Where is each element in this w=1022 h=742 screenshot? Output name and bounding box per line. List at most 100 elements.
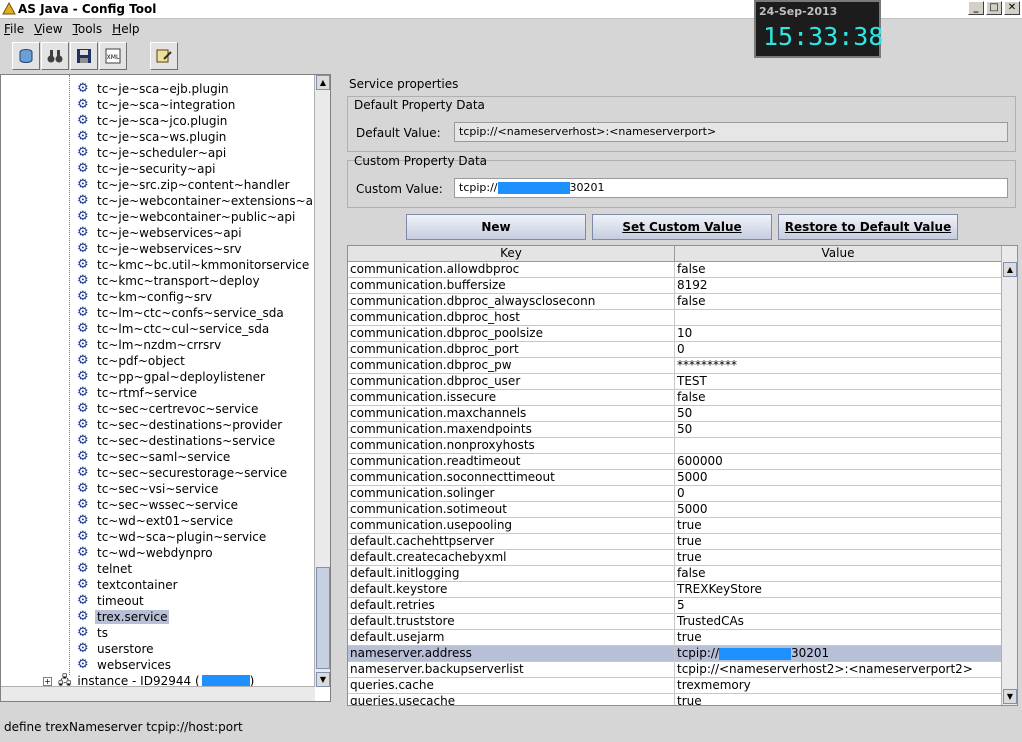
- table-scroll-down-button[interactable]: ▼: [1003, 689, 1017, 704]
- tree-instance-node[interactable]: + 🖧 instance - ID92944 (): [43, 673, 254, 687]
- tree-item[interactable]: ⚙ ts: [77, 625, 110, 641]
- tree-item[interactable]: ⚙ tc~wd~webdynpro: [77, 545, 215, 561]
- table-row[interactable]: communication.issecure false: [348, 390, 1002, 406]
- tree-item[interactable]: ⚙ tc~sec~wssec~service: [77, 497, 240, 513]
- table-row[interactable]: default.retries 5: [348, 598, 1002, 614]
- table-row[interactable]: communication.buffersize 8192: [348, 278, 1002, 294]
- property-key-cell: default.createcachebyxml: [348, 550, 675, 565]
- menu-help[interactable]: Help: [108, 20, 145, 40]
- table-row[interactable]: communication.dbproc_pw **********: [348, 358, 1002, 374]
- tree-item[interactable]: ⚙ trex.service: [77, 609, 170, 625]
- find-button[interactable]: [41, 42, 69, 70]
- table-row[interactable]: communication.dbproc_port 0: [348, 342, 1002, 358]
- tree-item[interactable]: ⚙ tc~sec~certrevoc~service: [77, 401, 260, 417]
- tree-item[interactable]: ⚙ tc~je~security~api: [77, 161, 217, 177]
- tree-item[interactable]: ⚙ tc~pdf~object: [77, 353, 187, 369]
- tree-item[interactable]: ⚙ tc~lm~ctc~cul~service_sda: [77, 321, 271, 337]
- table-row[interactable]: communication.dbproc_host: [348, 310, 1002, 326]
- table-row[interactable]: communication.nonproxyhosts: [348, 438, 1002, 454]
- table-row[interactable]: communication.soconnecttimeout 5000: [348, 470, 1002, 486]
- key-column-header[interactable]: Key: [348, 246, 675, 261]
- table-row[interactable]: default.createcachebyxml true: [348, 550, 1002, 566]
- table-row[interactable]: communication.dbproc_user TEST: [348, 374, 1002, 390]
- table-row[interactable]: default.cachehttpserver true: [348, 534, 1002, 550]
- table-row[interactable]: communication.dbproc_alwayscloseconn fals…: [348, 294, 1002, 310]
- table-row[interactable]: communication.sotimeout 5000: [348, 502, 1002, 518]
- tree-item[interactable]: ⚙ tc~je~sca~integration: [77, 97, 237, 113]
- table-row[interactable]: nameserver.address tcpip://30201: [348, 646, 1002, 662]
- close-button[interactable]: ✕: [1004, 1, 1020, 15]
- tree-item[interactable]: ⚙ timeout: [77, 593, 146, 609]
- tree-item[interactable]: ⚙ tc~je~scheduler~api: [77, 145, 228, 161]
- table-row[interactable]: default.usejarm true: [348, 630, 1002, 646]
- tree-item[interactable]: ⚙ telnet: [77, 561, 134, 577]
- table-row[interactable]: communication.solinger 0: [348, 486, 1002, 502]
- save-button[interactable]: [70, 42, 98, 70]
- set-custom-value-button[interactable]: Set Custom Value: [592, 214, 772, 240]
- table-row[interactable]: default.initlogging false: [348, 566, 1002, 582]
- tree-item[interactable]: ⚙ tc~je~webcontainer~public~api: [77, 209, 297, 225]
- tree-item[interactable]: ⚙ textcontainer: [77, 577, 180, 593]
- tree-vertical-scrollbar[interactable]: ▲ ▼: [314, 75, 330, 687]
- table-vertical-scrollbar[interactable]: ▲ ▼: [1001, 246, 1017, 705]
- tree-item[interactable]: ⚙ tc~wd~sca~plugin~service: [77, 529, 268, 545]
- tree-item[interactable]: ⚙ tc~je~webservices~srv: [77, 241, 244, 257]
- menu-file[interactable]: File: [0, 20, 30, 40]
- custom-value-input[interactable]: tcpip://30201: [454, 178, 1008, 198]
- tree-item[interactable]: ⚙ tc~sec~securestorage~service: [77, 465, 289, 481]
- table-row[interactable]: communication.maxchannels 50: [348, 406, 1002, 422]
- tree-item[interactable]: ⚙ tc~sec~destinations~service: [77, 433, 277, 449]
- tree-item[interactable]: ⚙ tc~wd~ext01~service: [77, 513, 235, 529]
- tree-item[interactable]: ⚙ tc~lm~ctc~confs~service_sda: [77, 305, 286, 321]
- tree-item[interactable]: ⚙ tc~je~webcontainer~extensions~api: [77, 193, 315, 209]
- tree-scroll-thumb[interactable]: [316, 567, 330, 669]
- table-row[interactable]: communication.maxendpoints 50: [348, 422, 1002, 438]
- maximize-button[interactable]: □: [986, 1, 1002, 15]
- menu-view[interactable]: View: [30, 20, 68, 40]
- minimize-button[interactable]: _: [968, 1, 984, 15]
- xml-export-button[interactable]: XML: [99, 42, 127, 70]
- tree-item[interactable]: ⚙ tc~km~config~srv: [77, 289, 214, 305]
- table-row[interactable]: default.keystore TREXKeyStore: [348, 582, 1002, 598]
- tree-item[interactable]: ⚙ tc~kmc~transport~deploy: [77, 273, 262, 289]
- service-icon: ⚙: [77, 609, 89, 624]
- table-row[interactable]: queries.usecache true: [348, 694, 1002, 705]
- tree-item[interactable]: ⚙ webservices: [77, 657, 173, 673]
- tree-item[interactable]: ⚙ tc~sec~vsi~service: [77, 481, 220, 497]
- table-row[interactable]: communication.readtimeout 600000: [348, 454, 1002, 470]
- table-scroll-up-button[interactable]: ▲: [1003, 262, 1017, 277]
- tree-horizontal-scrollbar[interactable]: [1, 686, 315, 701]
- tree-item[interactable]: ⚙ tc~sec~destinations~provider: [77, 417, 284, 433]
- restore-default-button[interactable]: Restore to Default Value: [778, 214, 958, 240]
- new-button[interactable]: New: [406, 214, 586, 240]
- tree-item[interactable]: ⚙ tc~je~sca~ejb.plugin: [77, 81, 231, 97]
- service-icon: ⚙: [77, 545, 89, 560]
- table-row[interactable]: communication.dbproc_poolsize 10: [348, 326, 1002, 342]
- table-row[interactable]: communication.usepooling true: [348, 518, 1002, 534]
- tree-item[interactable]: ⚙ tc~je~src.zip~content~handler: [77, 177, 292, 193]
- tree-item[interactable]: ⚙ tc~lm~nzdm~crrsrv: [77, 337, 223, 353]
- custom-value-label: Custom Value:: [356, 182, 443, 196]
- table-row[interactable]: default.truststore TrustedCAs: [348, 614, 1002, 630]
- expand-icon[interactable]: +: [43, 676, 52, 686]
- table-row[interactable]: communication.allowdbproc false: [348, 262, 1002, 278]
- table-scroll-thumb[interactable]: [1002, 246, 1017, 501]
- notes-button[interactable]: [150, 42, 178, 70]
- tree-item[interactable]: ⚙ tc~kmc~bc.util~kmmonitorservice: [77, 257, 311, 273]
- tree-item[interactable]: ⚙ tc~rtmf~service: [77, 385, 199, 401]
- scroll-up-button[interactable]: ▲: [316, 75, 330, 90]
- split-pane-divider[interactable]: [333, 74, 339, 712]
- tree-item[interactable]: ⚙ userstore: [77, 641, 156, 657]
- scroll-down-button[interactable]: ▼: [316, 672, 330, 687]
- tree-item[interactable]: ⚙ tc~sec~saml~service: [77, 449, 232, 465]
- tree-item[interactable]: ⚙ tc~je~sca~jco.plugin: [77, 113, 229, 129]
- table-row[interactable]: queries.cache trexmemory: [348, 678, 1002, 694]
- tree-item[interactable]: ⚙ tc~je~webservices~api: [77, 225, 244, 241]
- menu-tools[interactable]: Tools: [69, 20, 109, 40]
- service-icon: ⚙: [77, 401, 89, 416]
- table-row[interactable]: nameserver.backupserverlist tcpip://<name…: [348, 662, 1002, 678]
- tree-item[interactable]: ⚙ tc~je~sca~ws.plugin: [77, 129, 228, 145]
- value-column-header[interactable]: Value: [675, 246, 1002, 261]
- tree-item[interactable]: ⚙ tc~pp~gpal~deploylistener: [77, 369, 267, 385]
- connect-button[interactable]: [12, 42, 40, 70]
